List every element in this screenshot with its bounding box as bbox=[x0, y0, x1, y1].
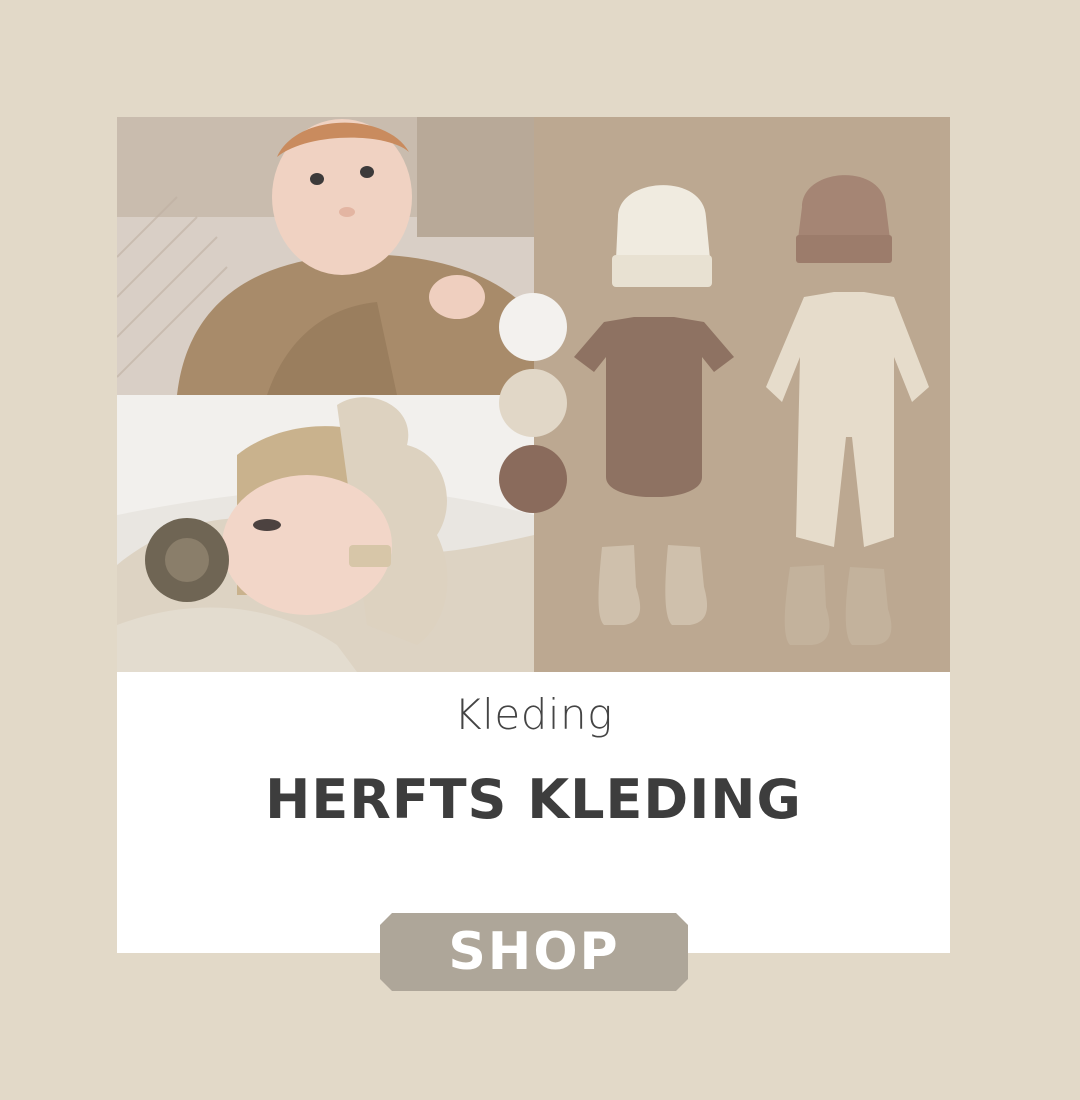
shop-button[interactable]: SHOP bbox=[380, 913, 688, 991]
shop-button-label: SHOP bbox=[448, 922, 620, 982]
swatch-white bbox=[499, 293, 567, 361]
baby-photo-top bbox=[117, 117, 534, 395]
cream-beanie-icon bbox=[612, 185, 712, 287]
promo-title: HERFTS KLEDING bbox=[265, 768, 802, 831]
product-flatlay bbox=[534, 117, 950, 672]
swatch-brown bbox=[499, 445, 567, 513]
brown-beanie-icon bbox=[796, 175, 892, 263]
category-label: Kleding bbox=[454, 690, 613, 739]
swatch-beige bbox=[499, 369, 567, 437]
baby-photo-bottom bbox=[117, 395, 534, 672]
